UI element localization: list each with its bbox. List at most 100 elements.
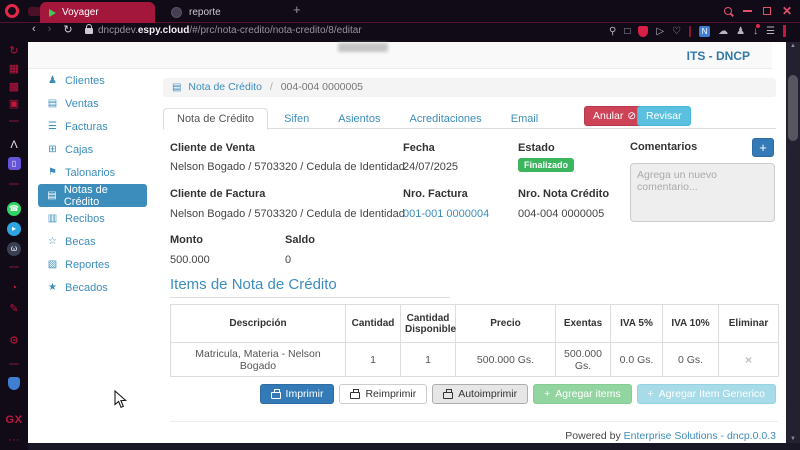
scrollbar-thumb[interactable] xyxy=(788,75,798,141)
anular-button[interactable]: Anular ⊘ xyxy=(584,106,645,126)
cliente-venta-label: Cliente de Venta xyxy=(170,142,255,154)
page-scrollbar[interactable]: ▲ ▼ xyxy=(786,42,800,443)
opera-logo-icon[interactable] xyxy=(5,4,19,18)
cliente-venta-value: Nelson Bogado / 5703320 / Cedula de Iden… xyxy=(170,161,405,173)
flow-play-icon[interactable]: ▷ xyxy=(656,26,664,37)
tab-nota-de-credito[interactable]: Nota de Crédito xyxy=(163,108,268,130)
whatsapp-icon[interactable]: ☎ xyxy=(0,202,28,216)
detail-tabs: Nota de Crédito Sifen Asientos Acreditac… xyxy=(163,108,776,129)
search-icon[interactable] xyxy=(724,7,732,15)
printer-icon xyxy=(350,392,360,399)
delete-x-icon[interactable]: × xyxy=(745,353,752,367)
imprimir-button[interactable]: Imprimir xyxy=(260,384,335,404)
tab-asientos[interactable]: Asientos xyxy=(325,109,393,129)
cancel-slash-icon: ⊘ xyxy=(627,110,636,122)
profile-icon[interactable]: ♟ xyxy=(736,26,745,37)
sidebar-toggle-bar[interactable] xyxy=(783,25,786,37)
printer-icon xyxy=(443,392,453,399)
reimprimir-button[interactable]: Reimprimir xyxy=(339,384,427,404)
close-icon[interactable]: ✕ xyxy=(782,6,792,16)
sidebar-item-recibos[interactable]: ▥ Recibos xyxy=(38,207,147,230)
browser-tab-reporte[interactable]: reporte xyxy=(163,2,229,23)
url-subdomain: dncpdev. xyxy=(98,25,138,36)
sidebar-item-label: Becas xyxy=(65,236,96,248)
more-dots-icon[interactable]: ··· xyxy=(0,434,28,446)
col-iva10: IVA 10% xyxy=(663,305,719,343)
forward-icon[interactable]: › xyxy=(48,23,52,36)
agregar-item-generico-button[interactable]: + Agregar Item Generico xyxy=(637,384,776,404)
sidebar-item-facturas[interactable]: ☰ Facturas xyxy=(38,115,147,138)
sidebar-item-talonarios[interactable]: ⚑ Talonarios xyxy=(38,161,147,184)
pin-icon[interactable]: ⚲ xyxy=(609,26,616,37)
button-label: Agregar Item Generico xyxy=(659,388,765,400)
blurred-element xyxy=(338,43,388,52)
autoimprimir-button[interactable]: Autoimprimir xyxy=(432,384,528,404)
vpn-shield-icon[interactable] xyxy=(638,26,648,37)
extension-cloud-icon[interactable]: ☁ xyxy=(718,26,728,37)
add-comment-button[interactable]: + xyxy=(752,138,774,157)
anular-label: Anular xyxy=(593,110,623,122)
items-table: Descripción Cantidad Cantidad Disponible… xyxy=(170,304,779,377)
history-clock-icon[interactable]: ◔ xyxy=(0,282,28,294)
page-header-bar: ITS - DNCP xyxy=(28,42,772,69)
estado-label: Estado xyxy=(518,142,555,154)
download-icon[interactable]: ↓ xyxy=(753,26,758,37)
box-icon[interactable]: ▣ xyxy=(0,97,28,110)
new-tab-button[interactable]: + xyxy=(293,2,301,17)
maximize-icon[interactable] xyxy=(763,7,771,15)
breadcrumb-link[interactable]: Nota de Crédito xyxy=(188,81,262,93)
receipts-icon: ▥ xyxy=(46,213,59,224)
twitch-icon[interactable]: ▯ xyxy=(0,157,28,170)
url-text[interactable]: dncpdev.espy.cloud/#/prc/nota-credito/no… xyxy=(98,25,362,36)
grid-icon[interactable]: ▩ xyxy=(0,80,28,93)
extension-blue-icon[interactable]: N xyxy=(699,26,710,37)
assistant-icon[interactable]: Λ xyxy=(0,139,28,151)
goggles-icon[interactable]: ▦ xyxy=(0,62,28,75)
button-label: Agregar items xyxy=(555,388,620,400)
heart-icon[interactable]: ♡ xyxy=(672,26,681,37)
sync-icon[interactable]: ↻ xyxy=(0,44,28,57)
reload-icon[interactable]: ↻ xyxy=(63,23,72,36)
divider xyxy=(170,297,450,298)
window-controls: ✕ xyxy=(724,6,792,16)
tab-preview-icon[interactable]: □ xyxy=(624,26,630,37)
revisar-button[interactable]: Revisar xyxy=(637,106,691,126)
divider xyxy=(170,421,778,422)
tab-label: Voyager xyxy=(62,7,99,18)
sidebar-item-cajas[interactable]: ⊞ Cajas xyxy=(38,138,147,161)
footer: Powered by Enterprise Solutions - dncp.0… xyxy=(163,430,776,442)
sidebar-item-becados[interactable]: ★ Becados xyxy=(38,276,147,299)
tab-sifen[interactable]: Sifen xyxy=(271,109,322,129)
scroll-up-icon[interactable]: ▲ xyxy=(786,43,800,49)
nro-factura-link[interactable]: 001-001 0000004 xyxy=(403,208,489,220)
settings-gear-icon[interactable]: ⚙ xyxy=(0,334,28,347)
pencil-icon[interactable]: ✎ xyxy=(0,302,28,315)
tab-acreditaciones[interactable]: Acreditaciones xyxy=(397,109,495,129)
cliente-factura-label: Cliente de Factura xyxy=(170,188,265,200)
sidebar-item-reportes[interactable]: ▧ Reportes xyxy=(38,253,147,276)
monto-label: Monto xyxy=(170,234,203,246)
browser-tab-voyager[interactable]: Voyager xyxy=(40,2,155,23)
tab-email[interactable]: Email xyxy=(498,109,552,129)
tab-strip: Voyager reporte + ✕ xyxy=(0,0,800,23)
app-sidebar: ♟ Clientes ▤ Ventas ☰ Facturas ⊞ Cajas ⚑… xyxy=(28,69,155,299)
sidebar-item-clientes[interactable]: ♟ Clientes xyxy=(38,69,147,92)
footer-link[interactable]: Enterprise Solutions - dncp.0.0.3 xyxy=(624,430,776,442)
sales-icon: ▤ xyxy=(46,98,59,109)
comment-input[interactable] xyxy=(630,163,775,222)
sidebar-item-ventas[interactable]: ▤ Ventas xyxy=(38,92,147,115)
play-favicon-icon xyxy=(49,9,56,17)
back-icon[interactable]: ‹ xyxy=(32,23,36,36)
address-bar: ‹ › ↻ dncpdev.espy.cloud/#/prc/nota-cred… xyxy=(0,23,800,41)
sidebar-item-notas-de-credito[interactable]: ▤ Notas de Crédito xyxy=(38,184,147,207)
agregar-items-button[interactable]: + Agregar items xyxy=(533,384,632,404)
sidebar-item-label: Cajas xyxy=(65,144,93,156)
menu-icon[interactable]: ☰ xyxy=(766,26,775,37)
sidebar-item-becas[interactable]: ☆ Becas xyxy=(38,230,147,253)
shield-extension-icon[interactable] xyxy=(0,377,28,390)
minimize-icon[interactable] xyxy=(743,10,752,12)
telegram-icon[interactable]: ▸ xyxy=(0,222,28,236)
scroll-down-icon[interactable]: ▼ xyxy=(786,436,800,442)
discord-icon[interactable]: ω xyxy=(0,242,28,256)
cell-precio: 500.000 Gs. xyxy=(456,343,556,377)
